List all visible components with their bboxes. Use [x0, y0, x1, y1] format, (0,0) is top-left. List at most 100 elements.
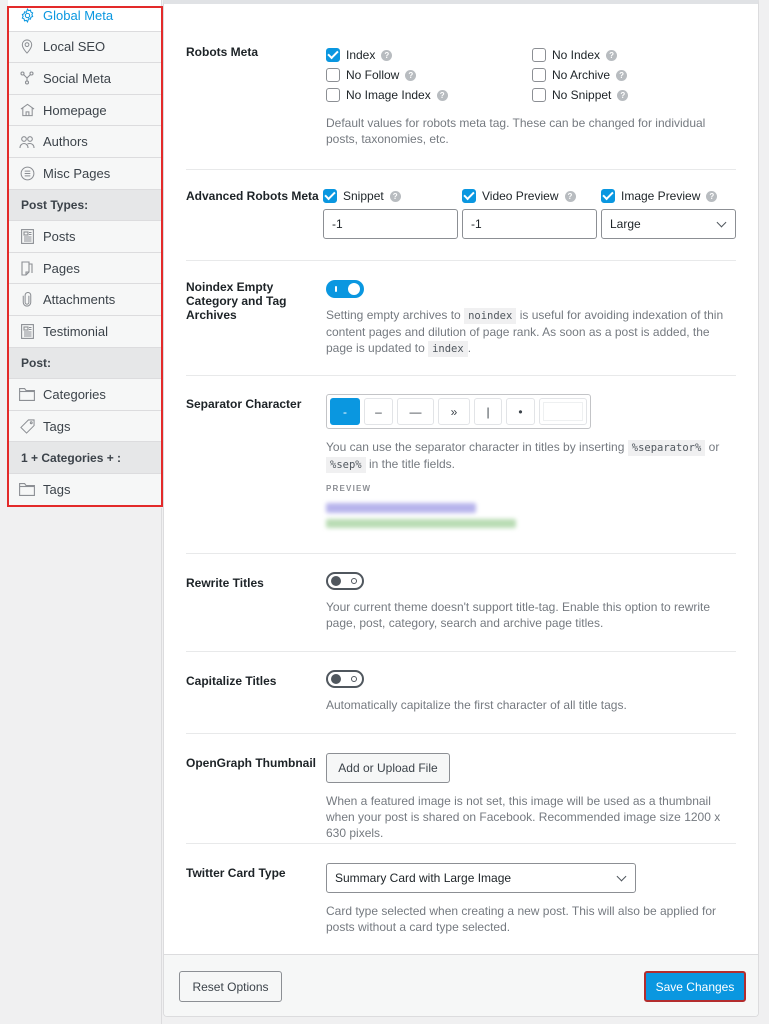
sidebar-item-label: Global Meta — [43, 7, 114, 23]
help-icon[interactable]: ? — [405, 69, 417, 81]
option-label: No Image Index — [346, 88, 431, 102]
checkbox[interactable] — [326, 48, 340, 62]
separator-option[interactable]: - — [330, 398, 360, 425]
add-upload-file-button[interactable]: Add or Upload File — [326, 753, 450, 783]
custom-separator-input[interactable] — [539, 398, 587, 425]
home-icon — [19, 102, 35, 118]
video-preview-input[interactable]: -1 — [462, 209, 597, 239]
advanced-robots-row: Advanced Robots Meta Snippet? -1 Video P… — [186, 186, 736, 239]
help-icon[interactable]: ? — [616, 69, 628, 81]
share-icon — [19, 70, 35, 86]
checkbox[interactable] — [532, 88, 546, 102]
divider — [186, 843, 736, 844]
help-icon[interactable]: ? — [706, 190, 718, 202]
preview-url-blurred — [326, 519, 516, 528]
select-value: Summary Card with Large Image — [335, 871, 512, 885]
robots-option-noindex[interactable]: No Index? — [532, 45, 712, 65]
separator-option[interactable]: – — [364, 398, 393, 425]
field-label: Separator Character — [186, 397, 302, 411]
post-icon — [19, 323, 35, 339]
checkbox[interactable] — [323, 189, 337, 203]
help-icon[interactable]: ? — [564, 190, 576, 202]
sidebar-item-homepage[interactable]: Homepage — [8, 94, 161, 127]
sidebar-item-label: Posts — [43, 228, 76, 244]
option-label: Snippet — [343, 189, 384, 203]
help-icon[interactable]: ? — [436, 89, 448, 101]
checkbox[interactable] — [326, 88, 340, 102]
noindex-empty-row: Noindex Empty Category and Tag Archives … — [186, 280, 736, 357]
serp-preview — [326, 503, 736, 528]
snippet-length-input[interactable]: -1 — [323, 209, 458, 239]
capitalize-titles-toggle[interactable] — [326, 670, 364, 688]
field-label: Advanced Robots Meta — [186, 189, 319, 203]
select-value: Large — [610, 217, 641, 231]
help-icon[interactable]: ? — [389, 190, 401, 202]
option-label: Index — [346, 48, 376, 62]
sidebar-item-label: Local SEO — [43, 39, 106, 55]
robots-option-nosnippet[interactable]: No Snippet? — [532, 85, 712, 105]
video-preview-option[interactable]: Video Preview? — [462, 186, 597, 206]
robots-option-noimageindex[interactable]: No Image Index? — [326, 85, 532, 105]
separator-option[interactable]: — — [397, 398, 434, 425]
sidebar-item-misc-pages[interactable]: Misc Pages — [8, 157, 161, 190]
sidebar-item-posts[interactable]: Posts — [8, 221, 161, 253]
sidebar-item-label: Social Meta — [43, 70, 111, 86]
sidebar-item-label: Pages — [43, 260, 80, 276]
checkbox[interactable] — [601, 189, 615, 203]
robots-option-noarchive[interactable]: No Archive? — [532, 65, 712, 85]
paperclip-icon — [19, 292, 35, 308]
field-label: OpenGraph Thumbnail — [186, 756, 317, 770]
sidebar-item-social-meta[interactable]: Social Meta — [8, 63, 161, 95]
separator-option[interactable]: • — [506, 398, 535, 425]
robots-option-index[interactable]: Index? — [326, 45, 532, 65]
checkbox[interactable] — [532, 48, 546, 62]
twitter-card-select[interactable]: Summary Card with Large Image — [326, 863, 636, 893]
rewrite-titles-row: Rewrite Titles Your current theme doesn'… — [186, 572, 736, 631]
list-circle-icon — [19, 165, 35, 181]
checkbox[interactable] — [532, 68, 546, 82]
sidebar-group-post-types: Post Types: — [8, 189, 161, 222]
noindex-empty-description: Setting empty archives to noindex is use… — [326, 308, 724, 357]
sidebar-item-label: Categories — [43, 386, 106, 402]
noindex-empty-toggle[interactable] — [326, 280, 364, 298]
sidebar-item-authors[interactable]: Authors — [8, 126, 161, 158]
capitalize-titles-row: Capitalize Titles Automatically capitali… — [186, 670, 736, 713]
separator-option[interactable]: | — [474, 398, 502, 425]
settings-panel: Robots Meta Index? No Index? No Follow? … — [163, 0, 759, 1017]
field-label: Robots Meta — [186, 45, 258, 59]
sidebar-item-local-seo[interactable]: Local SEO — [8, 31, 161, 64]
opengraph-row: OpenGraph Thumbnail Add or Upload File W… — [186, 753, 736, 841]
sidebar-item-pages[interactable]: Pages — [8, 252, 161, 285]
sidebar-item-label: Testimonial — [43, 323, 109, 339]
image-preview-option[interactable]: Image Preview? — [601, 186, 736, 206]
reset-options-button[interactable]: Reset Options — [179, 971, 282, 1002]
help-icon[interactable]: ? — [381, 49, 393, 61]
sidebar-item-categories[interactable]: Categories — [8, 379, 161, 411]
divider — [186, 733, 736, 734]
separator-option[interactable]: » — [438, 398, 470, 425]
image-preview-select[interactable]: Large — [601, 209, 736, 239]
checkbox[interactable] — [326, 68, 340, 82]
option-label: Video Preview — [482, 189, 559, 203]
save-changes-button[interactable]: Save Changes — [644, 971, 746, 1002]
help-icon[interactable]: ? — [606, 49, 618, 61]
sidebar-item-tags[interactable]: Tags — [8, 410, 161, 443]
robots-option-nofollow[interactable]: No Follow? — [326, 65, 532, 85]
sidebar-item-testimonial[interactable]: Testimonial — [8, 315, 161, 348]
help-icon[interactable]: ? — [617, 89, 629, 101]
sidebar-item-custom-tags[interactable]: Tags — [8, 473, 161, 506]
separator-options: - – — » | • — [326, 394, 591, 429]
sidebar-item-global-meta[interactable]: Global Meta — [8, 0, 161, 32]
post-icon — [19, 228, 35, 244]
checkbox[interactable] — [462, 189, 476, 203]
location-pin-icon — [19, 39, 35, 55]
rewrite-titles-toggle[interactable] — [326, 572, 364, 590]
divider — [186, 375, 736, 376]
robots-meta-options: Index? No Index? No Follow? No Archive? … — [326, 45, 736, 105]
field-label: Rewrite Titles — [186, 576, 264, 590]
chevron-down-icon — [716, 217, 727, 227]
snippet-option[interactable]: Snippet? — [323, 186, 458, 206]
sidebar-item-attachments[interactable]: Attachments — [8, 284, 161, 316]
robots-meta-description: Default values for robots meta tag. Thes… — [326, 116, 706, 146]
sidebar-group-custom-taxonomy: 1 + Categories + : — [8, 442, 161, 474]
